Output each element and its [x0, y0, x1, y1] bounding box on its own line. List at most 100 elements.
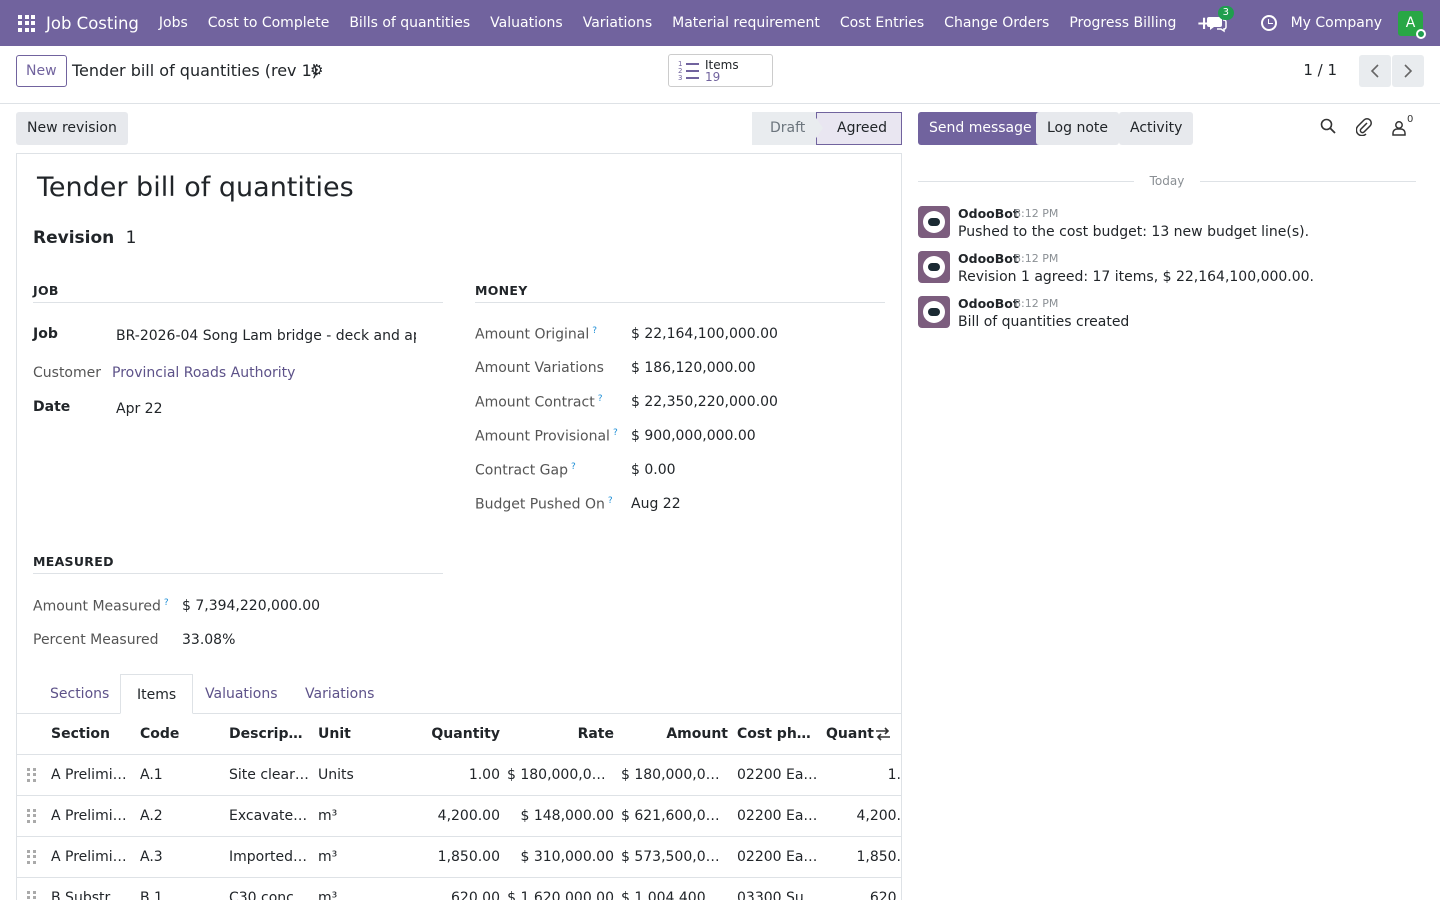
cell-cost-phase: 02200 Ear… [737, 849, 819, 865]
odoobot-avatar[interactable] [918, 206, 950, 238]
smart-button-count: 19 [705, 69, 721, 84]
tab-variations[interactable]: Variations [289, 674, 390, 714]
cell-quantity: 620.00 [451, 890, 500, 900]
column-header-description[interactable]: Description [229, 714, 309, 754]
followers-icon[interactable]: 0 [1392, 114, 1416, 136]
cell-quantity-measured: 620. [869, 890, 901, 900]
cell-unit: m³ [318, 808, 338, 824]
page-title[interactable]: Tender bill of quantities [37, 172, 354, 203]
cell-code: B.1 [140, 890, 163, 900]
revision-value[interactable]: 1 [126, 228, 137, 248]
cell-description: C30 concr… [229, 890, 309, 900]
table-row[interactable]: A Prelimin… A.1 Site clear… Units 1.00 $… [17, 755, 901, 796]
log-note-button[interactable]: Log note [1036, 112, 1119, 145]
column-header-quantity[interactable]: Quantity [407, 714, 500, 754]
send-message-button[interactable]: Send message [918, 112, 1043, 145]
message-time: 8:12 PM [1014, 252, 1059, 265]
paperclip-icon[interactable] [1355, 118, 1374, 137]
cell-section: A Prelimin… [51, 808, 131, 824]
help-icon[interactable]: ? [598, 394, 603, 404]
help-icon[interactable]: ? [571, 462, 576, 472]
tab-sections[interactable]: Sections [34, 674, 125, 714]
contract-gap-value: $ 0.00 [631, 462, 676, 478]
menu-item-variations[interactable]: Variations [573, 15, 662, 31]
group-title-measured: MEASURED [33, 554, 443, 574]
drag-handle-icon[interactable] [27, 891, 37, 900]
help-icon[interactable]: ? [592, 326, 597, 336]
date-field[interactable]: Apr 22 [116, 401, 162, 417]
chatter-message: OdooBot 8:12 PM Bill of quantities creat… [918, 296, 1418, 336]
amount-measured-value: $ 7,394,220,000.00 [182, 598, 321, 614]
app-name[interactable]: Job Costing [46, 14, 139, 33]
message-body: Bill of quantities created [958, 314, 1130, 330]
cell-rate: $ 310,000.00 [520, 849, 614, 865]
table-row[interactable]: B Substru… B.1 C30 concr… m³ 620.00 $ 1,… [17, 878, 901, 900]
help-icon[interactable]: ? [164, 598, 169, 608]
column-header-section[interactable]: Section [51, 714, 131, 754]
date-separator: Today [918, 174, 1416, 188]
stage-agreed[interactable]: Agreed [816, 112, 902, 145]
new-button[interactable]: New [16, 55, 67, 87]
optional-columns-icon[interactable] [875, 727, 891, 745]
menu-item-material-requirement[interactable]: Material requirement [662, 15, 830, 31]
gear-icon[interactable]: ⚙ [310, 61, 323, 79]
user-menu[interactable]: A [1398, 10, 1426, 39]
message-author[interactable]: OdooBot [958, 296, 1019, 311]
drag-handle-icon[interactable] [27, 809, 37, 823]
column-header-rate[interactable]: Rate [507, 714, 614, 754]
column-header-cost-phase[interactable]: Cost phase [737, 714, 819, 754]
followers-count: 0 [1407, 114, 1414, 125]
items-smart-button[interactable]: 1 2 3 Items 19 [668, 54, 773, 87]
pager-value[interactable]: 1 / 1 [1303, 61, 1337, 79]
menu-item-change-orders[interactable]: Change Orders [934, 15, 1059, 31]
messages-button[interactable]: 3 [1206, 6, 1234, 35]
company-switcher[interactable]: My Company [1291, 15, 1382, 31]
amount-provisional-value: $ 900,000,000.00 [631, 428, 756, 444]
pager-previous-button[interactable] [1359, 55, 1391, 87]
column-header-unit[interactable]: Unit [318, 714, 398, 754]
cell-amount: $ 180,000,000… [621, 767, 728, 783]
table-row[interactable]: A Prelimin… A.3 Imported … m³ 1,850.00 $… [17, 837, 901, 878]
search-icon[interactable] [1320, 118, 1338, 136]
customer-field[interactable]: Provincial Roads Authority [112, 365, 295, 381]
menu-item-bills-of-quantities[interactable]: Bills of quantities [339, 15, 480, 31]
pager-next-button[interactable] [1392, 55, 1424, 87]
message-body: Pushed to the cost budget: 13 new budget… [958, 224, 1310, 240]
tab-valuations[interactable]: Valuations [189, 674, 294, 714]
cell-section: A Prelimin… [51, 849, 131, 865]
date-label: Date [33, 399, 71, 415]
activity-button[interactable]: Activity [1119, 112, 1194, 145]
app-grid-icon[interactable] [18, 14, 35, 32]
tab-items[interactable]: Items [120, 674, 194, 714]
job-field[interactable]: BR-2026-04 Song Lam bridge - deck and ap… [116, 328, 416, 344]
help-icon[interactable]: ? [608, 496, 613, 506]
menu-item-progress-billing[interactable]: Progress Billing [1059, 15, 1186, 31]
message-author[interactable]: OdooBot [958, 251, 1019, 266]
odoobot-avatar[interactable] [918, 296, 950, 328]
job-label: Job [33, 326, 58, 342]
percent-measured-label: Percent Measured [33, 632, 159, 648]
column-header-code[interactable]: Code [140, 714, 210, 754]
notebook-tabs: Sections Items Valuations Variations [17, 674, 901, 714]
drag-handle-icon[interactable] [27, 850, 37, 864]
table-row[interactable]: A Prelimin… A.2 Excavate t… m³ 4,200.00 … [17, 796, 901, 837]
menu-item-valuations[interactable]: Valuations [480, 15, 573, 31]
cell-description: Excavate t… [229, 808, 309, 824]
new-revision-button[interactable]: New revision [16, 112, 128, 145]
odoobot-avatar[interactable] [918, 251, 950, 283]
cell-amount: $ 1,004,400,0… [621, 890, 728, 900]
menu-item-jobs[interactable]: Jobs [149, 15, 198, 31]
customer-label: Customer [33, 365, 102, 381]
amount-contract-label: Amount Contract? [475, 394, 603, 411]
stage-draft[interactable]: Draft [752, 112, 816, 145]
breadcrumb: Tender bill of quantities (rev 1) [72, 61, 319, 80]
menu-item-cost-entries[interactable]: Cost Entries [830, 15, 934, 31]
column-header-amount[interactable]: Amount [621, 714, 728, 754]
help-icon[interactable]: ? [613, 428, 618, 438]
drag-handle-icon[interactable] [27, 768, 37, 782]
activity-clock-icon[interactable] [1260, 15, 1277, 31]
message-author[interactable]: OdooBot [958, 206, 1019, 221]
menu-item-cost-to-complete[interactable]: Cost to Complete [198, 15, 340, 31]
cell-unit: Units [318, 767, 354, 783]
column-header-quantity-measured[interactable]: Quanti [826, 714, 874, 754]
